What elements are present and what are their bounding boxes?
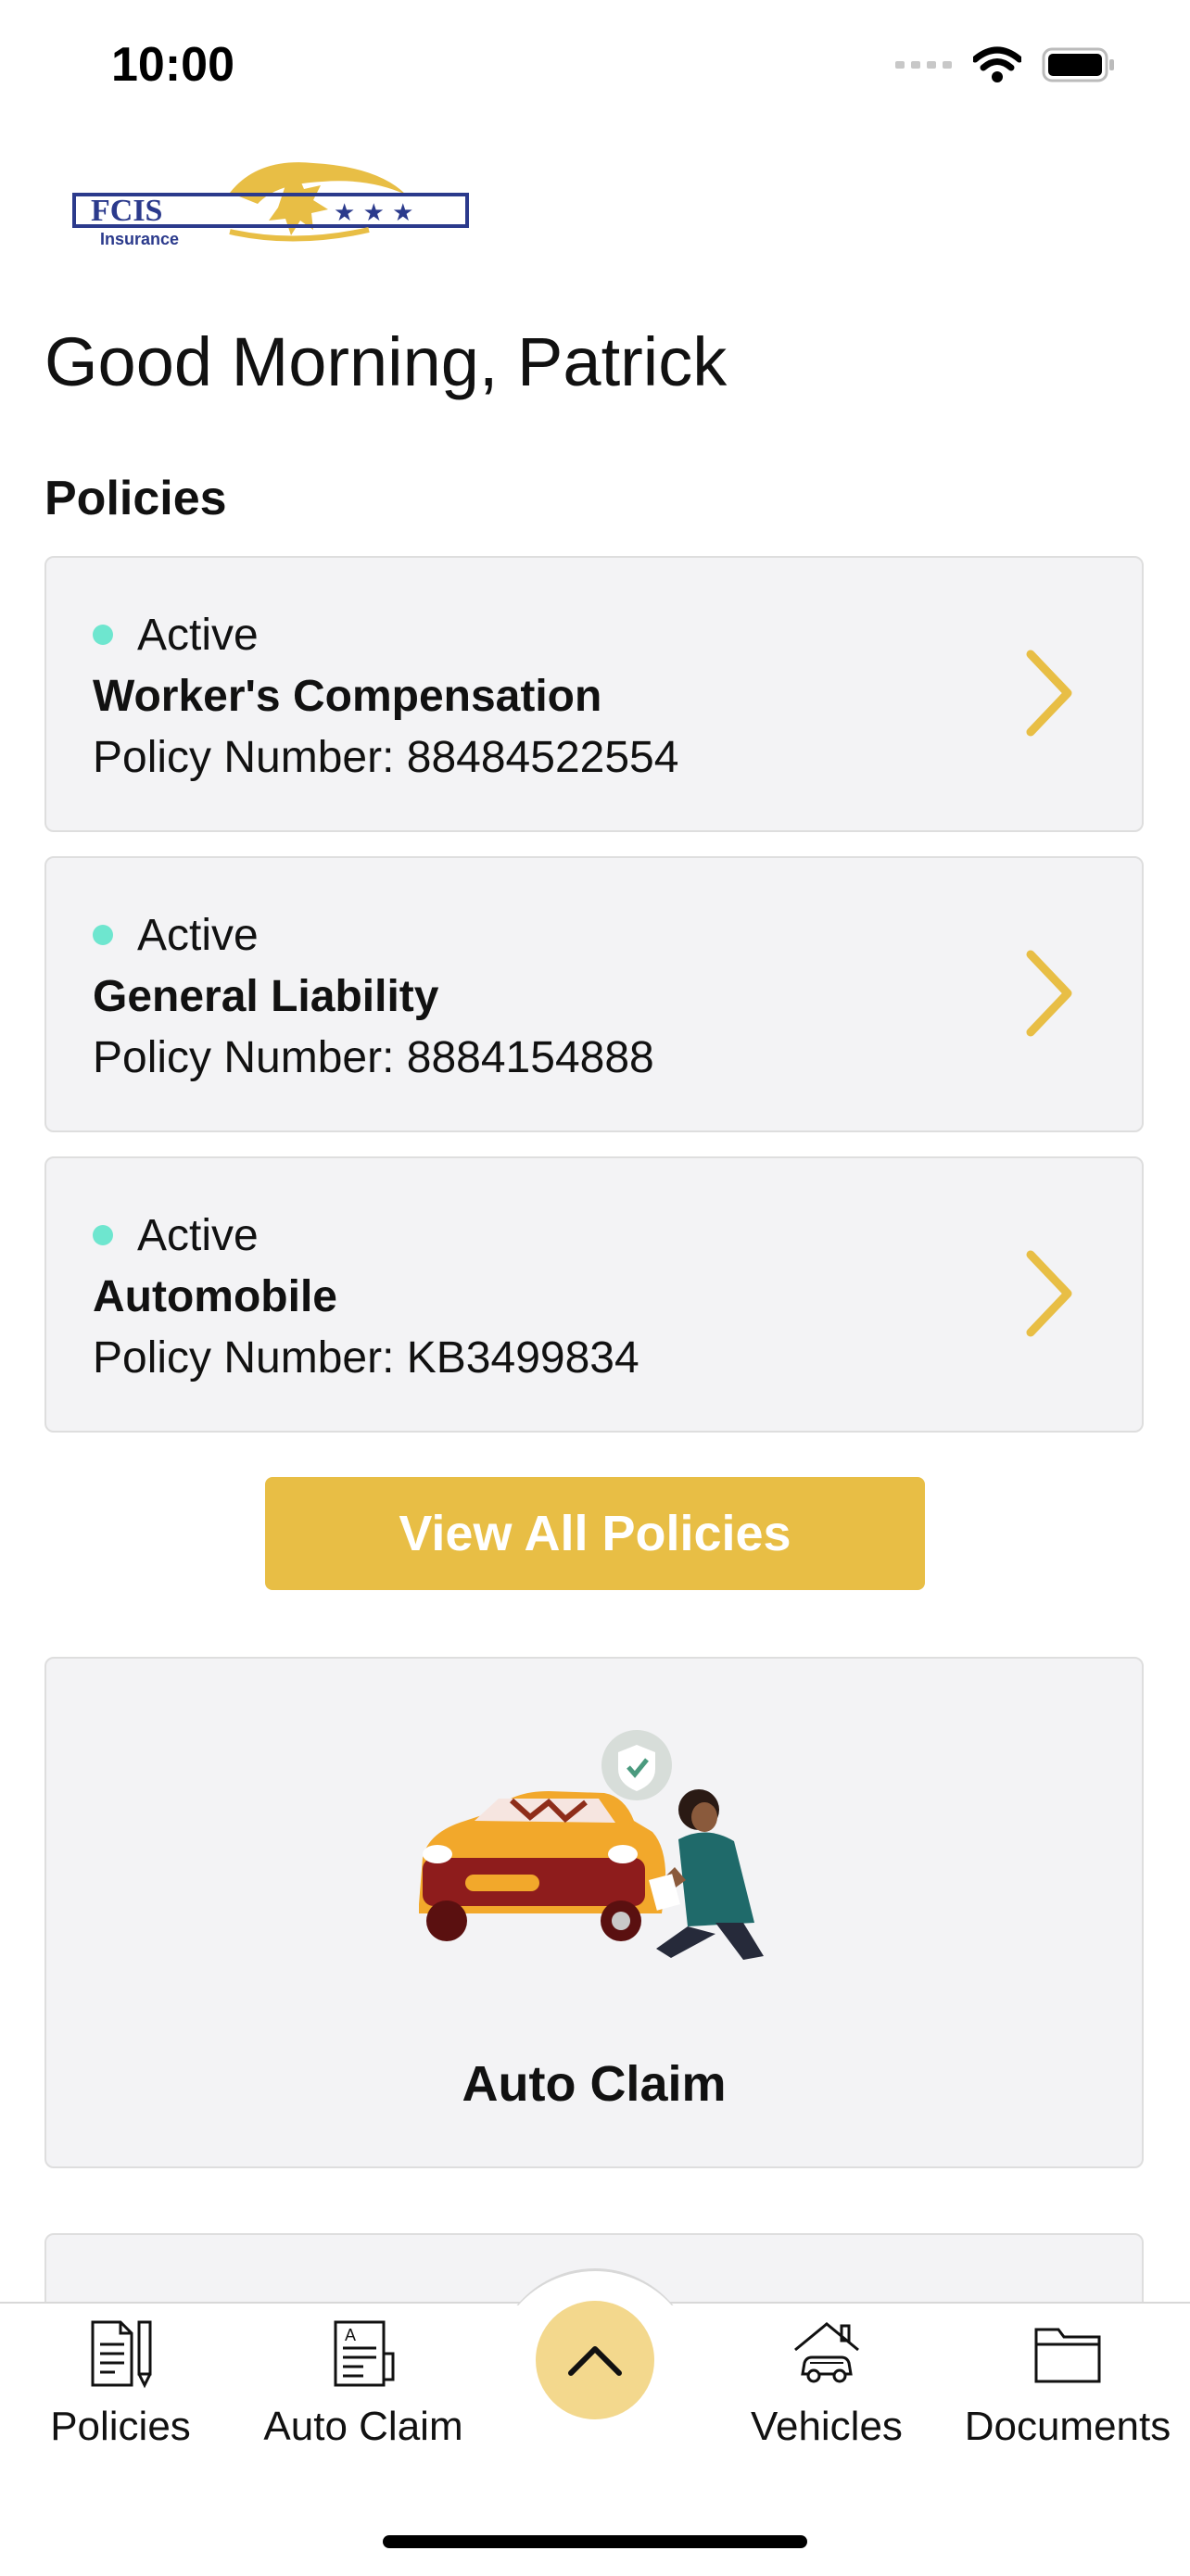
greeting: Good Morning, Patrick — [44, 323, 728, 400]
fcis-logo: FCIS ★ ★ ★ Insurance — [72, 158, 471, 250]
active-status-dot — [93, 925, 113, 945]
policy-name: General Liability — [93, 972, 439, 1021]
policy-status: Active — [137, 611, 259, 660]
policy-status: Active — [137, 911, 259, 960]
tab-documents[interactable]: Documents — [964, 2317, 1171, 2450]
policy-name: Automobile — [93, 1272, 337, 1321]
tab-label: Vehicles — [751, 2404, 903, 2449]
tab-policies[interactable]: Policies — [48, 2317, 193, 2450]
status-time: 10:00 — [111, 38, 234, 92]
policy-number: Policy Number: 88484522554 — [93, 733, 679, 782]
home-indicator[interactable] — [383, 2535, 807, 2548]
tab-vehicles[interactable]: Vehicles — [751, 2317, 903, 2450]
auto-claim-label: Auto Claim — [462, 2056, 727, 2112]
tab-label: Policies — [50, 2404, 191, 2449]
logo-wordmark: FCIS — [91, 194, 162, 228]
policies-section-title: Policies — [44, 472, 227, 525]
status-icons — [895, 46, 1116, 83]
car-damage-illustration — [419, 1730, 764, 1960]
wifi-icon — [973, 46, 1021, 82]
signal-icon — [895, 61, 952, 69]
tab-label: Auto Claim — [263, 2404, 463, 2449]
policy-number: Policy Number: KB3499834 — [93, 1333, 639, 1383]
logo-subtitle: Insurance — [100, 230, 179, 248]
policy-card-automobile[interactable]: Active Automobile Policy Number: KB34998… — [44, 1156, 1144, 1433]
status-bar: 10:00 — [0, 0, 1190, 139]
policy-document-icon — [91, 2320, 152, 2389]
view-all-policies-button[interactable]: View All Policies — [265, 1477, 925, 1590]
chevron-right-icon — [1026, 650, 1072, 737]
chevron-up-icon — [568, 2346, 622, 2376]
policy-card-workers-compensation[interactable]: Active Worker's Compensation Policy Numb… — [44, 556, 1144, 832]
policy-number: Policy Number: 8884154888 — [93, 1033, 654, 1082]
chevron-right-icon — [1026, 1250, 1072, 1337]
svg-text:A: A — [345, 2326, 356, 2344]
auto-claim-card[interactable]: Auto Claim — [44, 1657, 1144, 2168]
expand-menu-button[interactable] — [536, 2301, 654, 2419]
garage-car-icon — [794, 2322, 859, 2383]
chevron-right-icon — [1026, 950, 1072, 1037]
policy-card-general-liability[interactable]: Active General Liability Policy Number: … — [44, 856, 1144, 1132]
battery-icon — [1042, 47, 1114, 82]
active-status-dot — [93, 1225, 113, 1245]
claim-form-icon: A — [334, 2320, 395, 2387]
tab-auto-claim[interactable]: A Auto Claim — [261, 2317, 465, 2450]
folder-icon — [1034, 2328, 1101, 2383]
active-status-dot — [93, 625, 113, 645]
policy-name: Worker's Compensation — [93, 672, 602, 721]
policy-status: Active — [137, 1211, 259, 1260]
tab-label: Documents — [964, 2404, 1171, 2449]
svg-text:★ ★ ★: ★ ★ ★ — [334, 199, 413, 227]
